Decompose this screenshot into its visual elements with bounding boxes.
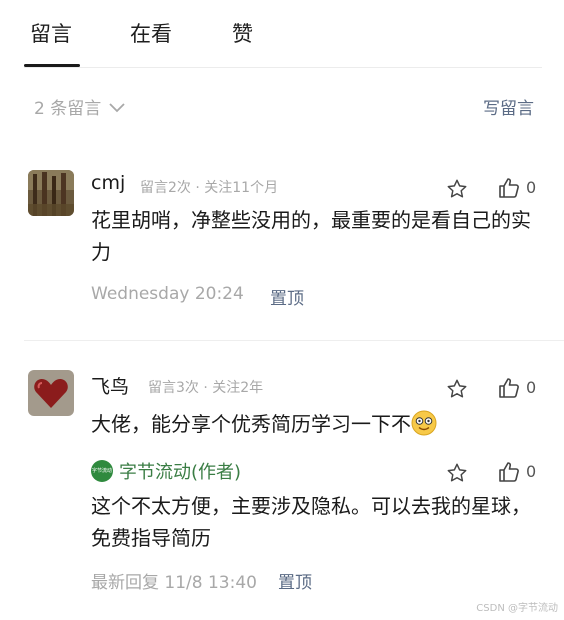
author-name[interactable]: 字节流动(作者) — [119, 458, 241, 484]
commenter-meta: 留言2次 · 关注11个月 — [140, 180, 279, 196]
commenter-name[interactable]: 飞鸟 — [91, 372, 129, 399]
thumbs-up-icon[interactable] — [497, 376, 521, 404]
commenter-name[interactable]: cmj — [91, 172, 125, 194]
write-comment-button[interactable]: 写留言 — [483, 94, 534, 119]
thumbs-up-icon[interactable] — [497, 460, 521, 488]
divider — [24, 340, 564, 341]
reply-time: 最新回复 11/8 13:40 — [91, 573, 257, 593]
divider — [24, 67, 542, 68]
star-icon[interactable] — [446, 178, 468, 204]
comment-count-dropdown[interactable]: 2 条留言 — [34, 94, 125, 119]
pin-button[interactable]: 置顶 — [278, 568, 312, 593]
watermark: CSDN @字节流动 — [476, 603, 558, 614]
comment-text: 花里胡哨，净整些没用的，最重要的是看自己的实力 — [91, 208, 531, 264]
emoji-icon — [411, 410, 437, 436]
thumbs-up-icon[interactable] — [497, 176, 521, 204]
star-icon[interactable] — [446, 462, 468, 488]
avatar[interactable] — [28, 170, 74, 216]
comment-toolbar: 2 条留言 写留言 — [0, 90, 564, 122]
star-icon[interactable] — [446, 378, 468, 404]
like-count: 0 — [526, 462, 537, 481]
commenter-meta: 留言3次 · 关注2年 — [148, 380, 264, 396]
tab-likes[interactable]: 赞 — [232, 20, 253, 48]
avatar[interactable] — [28, 370, 74, 416]
pin-button[interactable]: 置顶 — [270, 284, 304, 309]
like-count: 0 — [526, 378, 537, 397]
comment-count: 2 条留言 — [34, 99, 102, 119]
comment-text: 大佬，能分享个优秀简历学习一下不 — [91, 408, 531, 440]
tab-comments[interactable]: 留言 — [30, 20, 72, 48]
reply-text: 这个不太方便，主要涉及隐私。可以去我的星球，免费指导简历 — [91, 494, 531, 550]
author-avatar[interactable]: 字节流动 — [91, 460, 113, 482]
comment-text-content: 大佬，能分享个优秀简历学习一下不 — [91, 412, 411, 436]
comment-time: Wednesday 20:24 — [91, 284, 244, 304]
like-count: 0 — [526, 178, 537, 197]
tab-watching[interactable]: 在看 — [130, 20, 172, 48]
chevron-down-icon — [109, 102, 125, 112]
tab-bar: 留言 在看 赞 — [0, 0, 564, 68]
